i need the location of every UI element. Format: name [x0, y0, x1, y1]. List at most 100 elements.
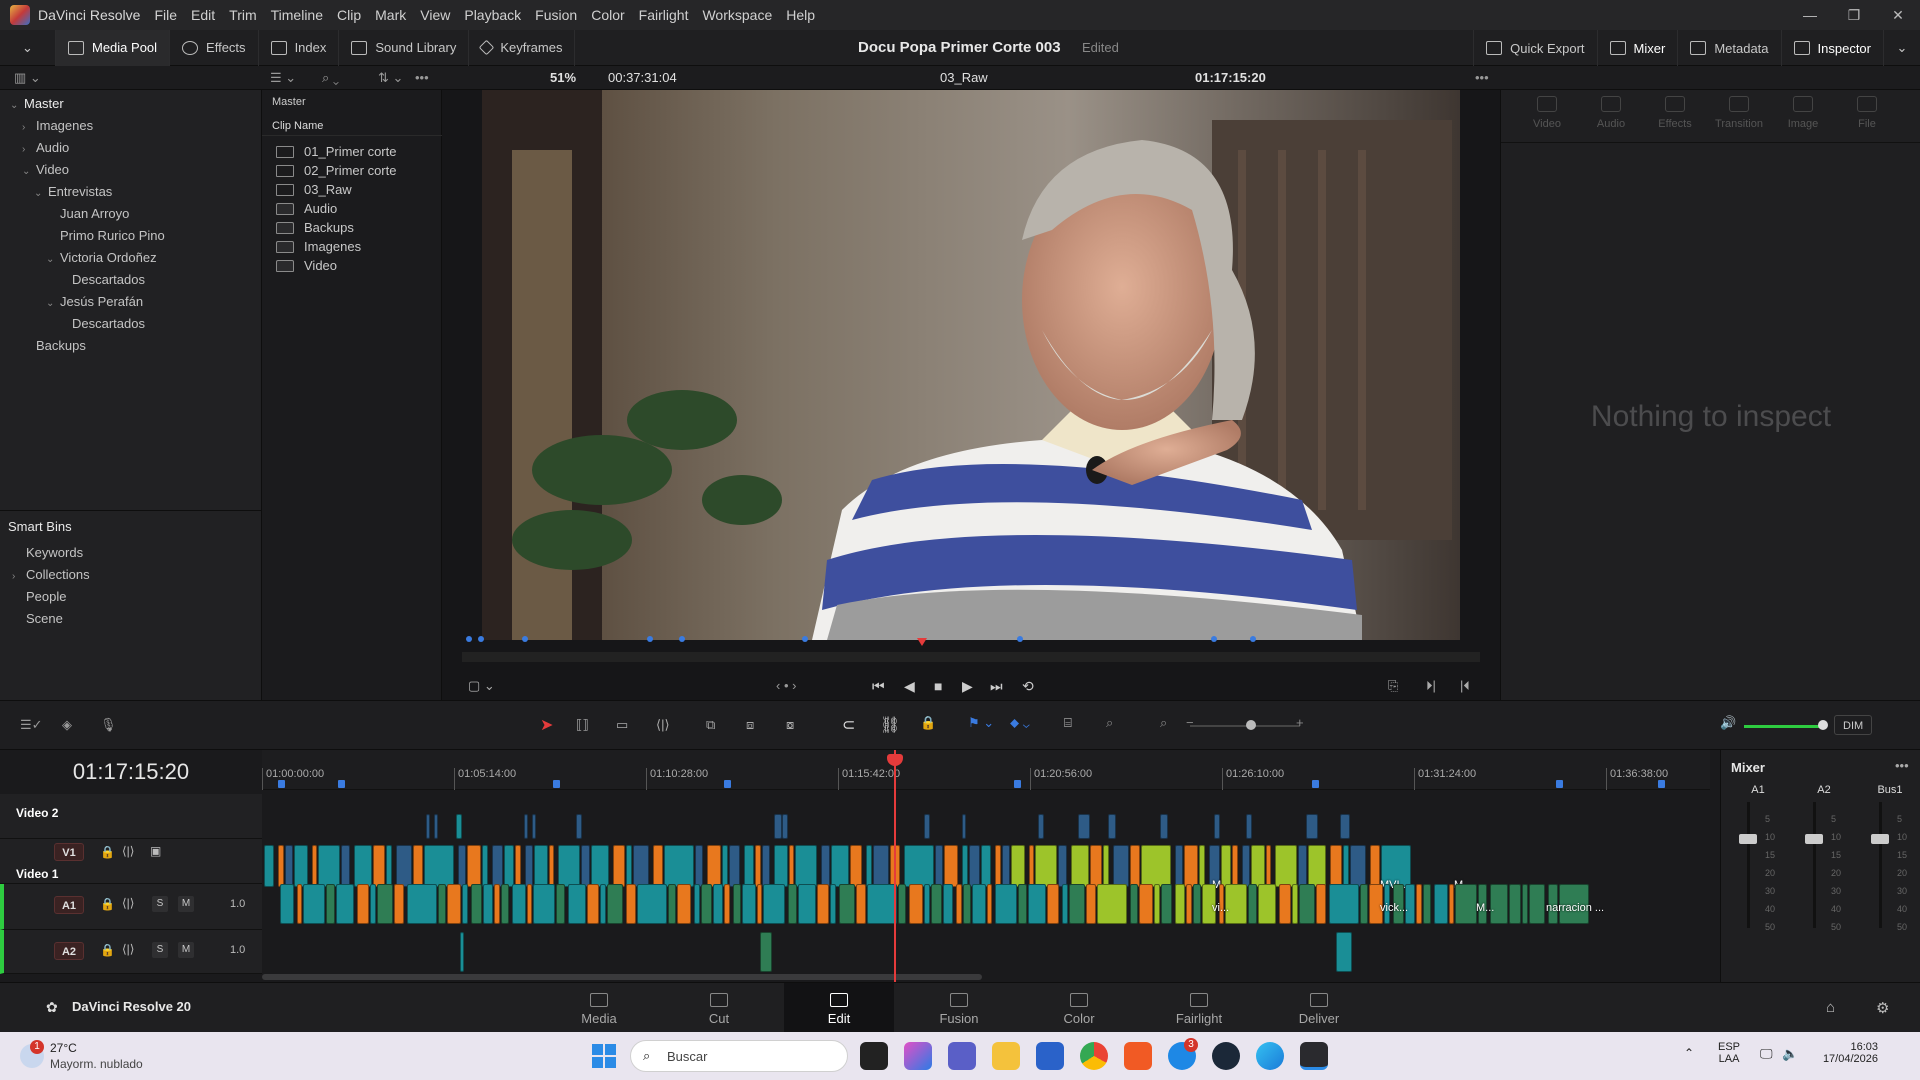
- timeline-clip[interactable]: [471, 884, 482, 924]
- timeline-clip[interactable]: [1370, 845, 1380, 887]
- timeline-clip[interactable]: [935, 845, 943, 887]
- marker-icon[interactable]: [647, 636, 653, 642]
- inspector-tab-image[interactable]: Image: [1771, 96, 1835, 130]
- flag-icon[interactable]: ⚑ ⌄: [968, 715, 994, 731]
- smart-bin-item[interactable]: People: [12, 589, 66, 604]
- timeline-clip[interactable]: [1161, 884, 1172, 924]
- clip-item[interactable]: Video: [276, 258, 337, 273]
- bin-item[interactable]: › Audio: [22, 140, 69, 155]
- timeline-clip[interactable]: [524, 814, 528, 839]
- clip-item[interactable]: Backups: [276, 220, 354, 235]
- panel-toggle-button[interactable]: ⌄: [0, 29, 56, 66]
- lane-a2[interactable]: [262, 930, 1710, 974]
- smart-bin-item[interactable]: › Collections: [12, 567, 90, 582]
- marker-icon[interactable]: [1658, 780, 1665, 788]
- timeline-clip[interactable]: [1299, 884, 1315, 924]
- menu-file[interactable]: File: [154, 7, 177, 23]
- timeline-clip[interactable]: [1002, 845, 1010, 887]
- timeline-clip[interactable]: [581, 845, 590, 887]
- clip-item[interactable]: Audio: [276, 201, 337, 216]
- timeline-clip[interactable]: [972, 884, 986, 924]
- list-view-icon[interactable]: ☰ ⌄: [270, 66, 296, 90]
- sort-icon[interactable]: ⇅ ⌄: [378, 66, 403, 90]
- copilot-icon[interactable]: [904, 1042, 932, 1070]
- zoom-level[interactable]: 51%: [550, 66, 576, 90]
- timeline-clip[interactable]: [969, 845, 980, 887]
- timeline-clip[interactable]: [370, 884, 376, 924]
- timeline-clip[interactable]: [831, 845, 849, 887]
- timeline-clip[interactable]: [1306, 814, 1318, 839]
- timeline-clip[interactable]: [762, 845, 770, 887]
- timeline-clip[interactable]: [341, 845, 350, 887]
- microphone-icon[interactable]: 🎙: [100, 717, 117, 733]
- bin-item[interactable]: Descartados: [58, 316, 145, 331]
- timeline-clip[interactable]: [626, 845, 632, 887]
- store-icon[interactable]: [1036, 1042, 1064, 1070]
- teams-icon[interactable]: [948, 1042, 976, 1070]
- full-zoom-icon[interactable]: ⌸: [1064, 715, 1072, 731]
- timeline-clip[interactable]: [962, 814, 966, 839]
- page-tab-media[interactable]: Media: [544, 983, 654, 1033]
- timeline-clip[interactable]: [1141, 845, 1171, 887]
- timeline-clip[interactable]: [995, 884, 1017, 924]
- timeline-clip[interactable]: [677, 884, 691, 924]
- timeline-clip[interactable]: [1193, 884, 1201, 924]
- bin-item[interactable]: Backups: [22, 338, 86, 353]
- bin-item[interactable]: Descartados: [58, 272, 145, 287]
- play-icon[interactable]: ▶: [962, 678, 973, 695]
- timeline-clip[interactable]: [866, 845, 872, 887]
- inspector-tab-effects[interactable]: Effects: [1643, 96, 1707, 130]
- timeline-clip[interactable]: [303, 884, 325, 924]
- timeline-clip[interactable]: [798, 884, 816, 924]
- lane-video1[interactable]: MVI...M...M...: [262, 839, 1710, 891]
- marker-icon[interactable]: [338, 780, 345, 788]
- timeline-clip[interactable]: [774, 845, 788, 887]
- sidebar-toggle-icon[interactable]: ▥ ⌄: [14, 66, 41, 90]
- master-volume-slider[interactable]: [1744, 725, 1824, 728]
- home-icon[interactable]: ⌂: [1826, 999, 1835, 1016]
- timeline-clip[interactable]: [744, 845, 754, 887]
- timeline-clip[interactable]: [264, 845, 274, 887]
- bin-item[interactable]: › Imagenes: [22, 118, 93, 133]
- lock-icon[interactable]: 🔒: [100, 897, 115, 911]
- timeline-clip[interactable]: [424, 845, 454, 887]
- metadata-button[interactable]: Metadata: [1678, 30, 1782, 66]
- steam-icon[interactable]: [1212, 1042, 1240, 1070]
- timeline-clip[interactable]: [839, 884, 855, 924]
- timeline-clip[interactable]: [1336, 932, 1352, 972]
- timeline-clip[interactable]: [377, 884, 393, 924]
- zoom-out-icon[interactable]: −: [1186, 715, 1194, 730]
- menu-workspace[interactable]: Workspace: [702, 7, 772, 23]
- timeline-clip[interactable]: [396, 845, 412, 887]
- timeline-clip[interactable]: [568, 884, 586, 924]
- timeline-clip[interactable]: [1154, 884, 1160, 924]
- next-edit-icon[interactable]: ⏵|: [1426, 678, 1436, 694]
- mute-button[interactable]: M: [178, 942, 194, 958]
- smart-bin-item[interactable]: Scene: [12, 611, 63, 626]
- effects-button[interactable]: Effects: [170, 29, 259, 66]
- marker-icon[interactable]: [1312, 780, 1319, 788]
- lock-icon[interactable]: 🔒: [100, 943, 115, 957]
- timeline-clip[interactable]: [501, 884, 509, 924]
- timeline-clip[interactable]: [297, 884, 302, 924]
- timeline-clip[interactable]: [1069, 884, 1085, 924]
- timeline-clip[interactable]: [821, 845, 830, 887]
- timeline-clip[interactable]: [943, 884, 953, 924]
- page-tab-color[interactable]: Color: [1024, 983, 1134, 1033]
- go-to-end-icon[interactable]: ⏭: [990, 678, 1003, 695]
- timeline-clip[interactable]: [354, 845, 372, 887]
- mixer-button[interactable]: Mixer: [1598, 30, 1679, 66]
- bin-item[interactable]: Primo Rurico Pino: [46, 228, 165, 243]
- menu-trim[interactable]: Trim: [229, 7, 256, 23]
- timeline-clip[interactable]: [1028, 884, 1046, 924]
- timeline-clip[interactable]: [576, 814, 582, 839]
- marker-icon[interactable]: [1211, 636, 1217, 642]
- replace-clip-icon[interactable]: ⧇: [786, 717, 794, 733]
- timeline-clip[interactable]: [788, 884, 797, 924]
- timeline-clip[interactable]: [558, 845, 580, 887]
- inspector-tab-audio[interactable]: Audio: [1579, 96, 1643, 130]
- close-icon[interactable]: ✕: [1876, 0, 1920, 30]
- volume-icon[interactable]: 🔈: [1782, 1046, 1798, 1062]
- timeline-clip[interactable]: [694, 884, 700, 924]
- timeline-clip[interactable]: [1130, 845, 1140, 887]
